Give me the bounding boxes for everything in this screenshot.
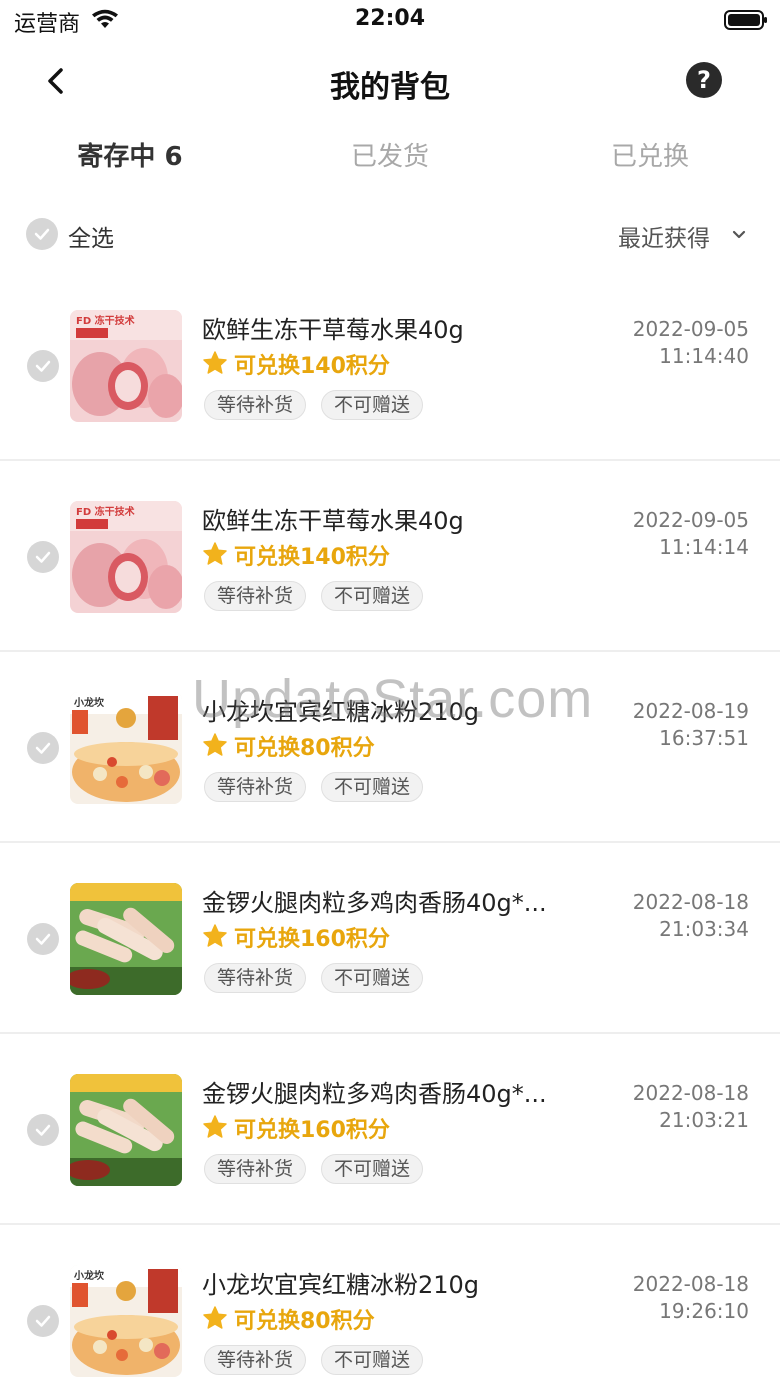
product-image[interactable]: 小龙坎 xyxy=(70,692,182,804)
status-badge: 等待补货 xyxy=(204,390,307,420)
watermark: UpdateStar.com xyxy=(192,669,594,729)
gift-restriction-badge: 不可赠送 xyxy=(321,772,424,802)
product-image[interactable] xyxy=(70,1074,182,1186)
points-label: 可兑换160积分 xyxy=(234,927,390,952)
item-date: 2022-08-18 xyxy=(632,890,749,914)
battery-icon xyxy=(724,10,767,30)
item-checkbox[interactable] xyxy=(27,541,59,573)
star-icon xyxy=(203,1115,227,1138)
tab-stored[interactable]: 寄存中 6 xyxy=(0,136,260,173)
item-timestamp: 2022-08-18 21:03:21 xyxy=(633,1080,749,1134)
list-item[interactable]: FD 冻干技术 欧鲜生冻干草莓水果40g 可兑换140积分 等待补货 不可赠送 … xyxy=(0,461,780,652)
svg-text:FD 冻干技术: FD 冻干技术 xyxy=(76,314,135,327)
item-date: 2022-08-18 xyxy=(632,1081,749,1105)
check-icon xyxy=(35,933,51,945)
gift-restriction-badge: 不可赠送 xyxy=(321,581,424,611)
check-icon xyxy=(35,551,51,563)
item-timestamp: 2022-08-19 16:37:51 xyxy=(633,698,749,752)
points-label: 可兑换140积分 xyxy=(234,545,390,570)
item-time: 21:03:21 xyxy=(659,1108,749,1132)
item-time: 11:14:40 xyxy=(659,344,749,368)
status-badge: 等待补货 xyxy=(204,581,307,611)
backpack-item-list: FD 冻干技术 欧鲜生冻干草莓水果40g 可兑换140积分 等待补货 不可赠送 … xyxy=(0,270,780,1387)
points-label: 可兑换160积分 xyxy=(234,1118,390,1143)
sort-dropdown[interactable]: 最近获得 xyxy=(618,219,710,253)
status-badge: 等待补货 xyxy=(204,772,307,802)
clock: 22:04 xyxy=(354,6,426,31)
item-date: 2022-08-19 xyxy=(632,699,749,723)
tab-shipped[interactable]: 已发货 xyxy=(260,136,520,173)
item-timestamp: 2022-09-05 11:14:40 xyxy=(633,316,749,370)
gift-restriction-badge: 不可赠送 xyxy=(321,390,424,420)
points-label: 可兑换140积分 xyxy=(234,354,390,379)
tab-redeemed[interactable]: 已兑换 xyxy=(520,136,780,173)
points-label: 可兑换80积分 xyxy=(234,736,375,761)
item-date: 2022-09-05 xyxy=(632,508,749,532)
status-badge: 等待补货 xyxy=(204,963,307,993)
star-icon xyxy=(203,351,227,374)
item-date: 2022-09-05 xyxy=(632,317,749,341)
check-icon xyxy=(35,360,51,372)
star-icon xyxy=(203,733,227,756)
tab-bar: 寄存中 6 已发货 已兑换 xyxy=(0,136,780,184)
item-checkbox[interactable] xyxy=(27,350,59,382)
select-all-checkbox[interactable] xyxy=(26,218,58,250)
product-image[interactable]: FD 冻干技术 xyxy=(70,501,182,613)
page-title: 我的背包 xyxy=(330,70,450,105)
item-time: 11:14:14 xyxy=(659,535,749,559)
item-title: 金锣火腿肉粒多鸡肉香肠40g*... xyxy=(202,1080,547,1108)
item-checkbox[interactable] xyxy=(27,923,59,955)
list-item[interactable]: 金锣火腿肉粒多鸡肉香肠40g*... 可兑换160积分 等待补货 不可赠送 20… xyxy=(0,1034,780,1225)
svg-text:小龙坎: 小龙坎 xyxy=(73,1269,105,1282)
item-title: 金锣火腿肉粒多鸡肉香肠40g*... xyxy=(202,889,547,917)
help-icon[interactable]: ? xyxy=(686,62,722,98)
check-icon xyxy=(35,1315,51,1327)
item-time: 21:03:34 xyxy=(659,917,749,941)
item-time: 19:26:10 xyxy=(659,1299,749,1323)
item-checkbox[interactable] xyxy=(27,1114,59,1146)
star-icon xyxy=(203,924,227,947)
svg-text:小龙坎: 小龙坎 xyxy=(73,696,105,709)
list-item[interactable]: 小龙坎 小龙坎宜宾红糖冰粉210g 可兑换80积分 等待补货 不可赠送 2022… xyxy=(0,1225,780,1387)
chevron-down-icon[interactable] xyxy=(730,226,748,244)
gift-restriction-badge: 不可赠送 xyxy=(321,963,424,993)
check-icon xyxy=(35,1124,51,1136)
points-label: 可兑换80积分 xyxy=(234,1309,375,1334)
gift-restriction-badge: 不可赠送 xyxy=(321,1154,424,1184)
item-title: 小龙坎宜宾红糖冰粉210g xyxy=(202,1271,480,1299)
gift-restriction-badge: 不可赠送 xyxy=(321,1345,424,1375)
list-item[interactable]: FD 冻干技术 欧鲜生冻干草莓水果40g 可兑换140积分 等待补货 不可赠送 … xyxy=(0,270,780,461)
item-title: 欧鲜生冻干草莓水果40g xyxy=(202,507,464,535)
item-timestamp: 2022-09-05 11:14:14 xyxy=(633,507,749,561)
star-icon xyxy=(203,1306,227,1329)
select-all-label[interactable]: 全选 xyxy=(68,219,114,253)
item-title: 欧鲜生冻干草莓水果40g xyxy=(202,316,464,344)
status-badge: 等待补货 xyxy=(204,1154,307,1184)
product-image[interactable] xyxy=(70,883,182,995)
svg-text:FD 冻干技术: FD 冻干技术 xyxy=(76,505,135,518)
check-icon xyxy=(34,228,50,240)
item-checkbox[interactable] xyxy=(27,732,59,764)
product-image[interactable]: 小龙坎 xyxy=(70,1265,182,1377)
item-timestamp: 2022-08-18 19:26:10 xyxy=(633,1271,749,1325)
item-timestamp: 2022-08-18 21:03:34 xyxy=(633,889,749,943)
item-date: 2022-08-18 xyxy=(632,1272,749,1296)
nav-bar: 我的背包 ? xyxy=(0,44,780,116)
item-checkbox[interactable] xyxy=(27,1305,59,1337)
list-item[interactable]: 金锣火腿肉粒多鸡肉香肠40g*... 可兑换160积分 等待补货 不可赠送 20… xyxy=(0,843,780,1034)
star-icon xyxy=(203,542,227,565)
list-toolbar: 全选 最近获得 xyxy=(0,212,780,258)
check-icon xyxy=(35,742,51,754)
item-time: 16:37:51 xyxy=(659,726,749,750)
status-badge: 等待补货 xyxy=(204,1345,307,1375)
product-image[interactable]: FD 冻干技术 xyxy=(70,310,182,422)
status-bar: 运营商 22:04 xyxy=(0,0,780,40)
